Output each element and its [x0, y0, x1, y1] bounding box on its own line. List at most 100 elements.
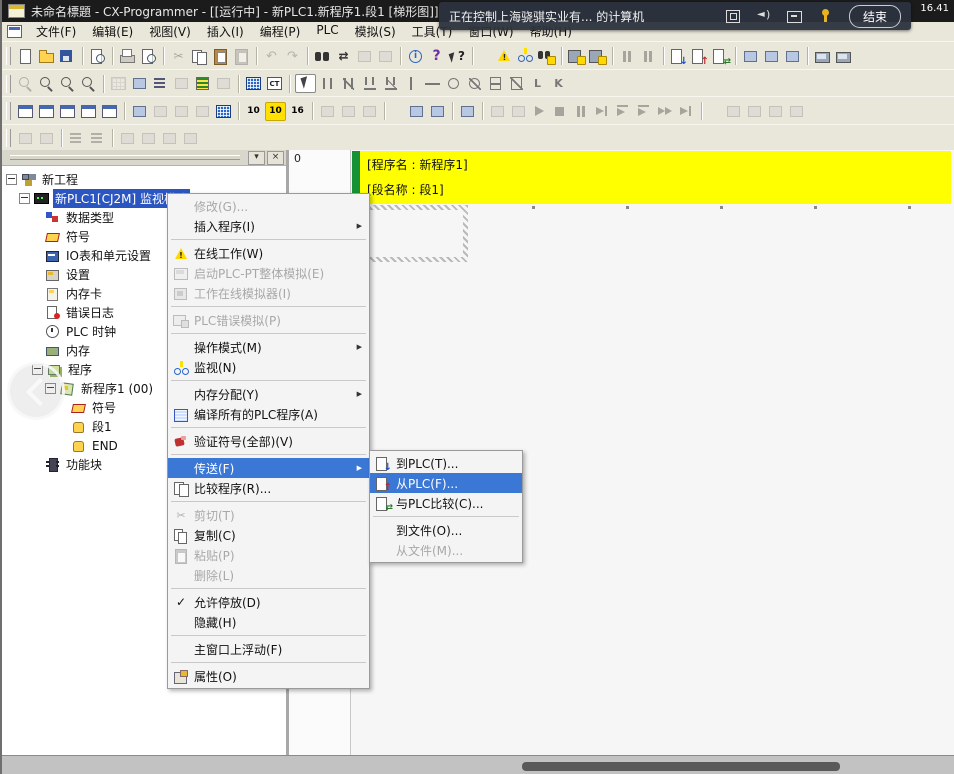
menu-item-monitor[interactable]: 监视(N)▶ — [168, 357, 369, 377]
fullscreen-icon[interactable] — [724, 8, 742, 24]
print-icon[interactable] — [118, 48, 137, 65]
memory-view-icon[interactable] — [813, 48, 832, 65]
compare-with-plc-icon[interactable] — [711, 48, 730, 65]
new-instruction-icon[interactable] — [486, 75, 505, 92]
end-session-button[interactable]: 结束 — [849, 5, 901, 28]
horizontal-scrollbar[interactable] — [2, 755, 954, 774]
zoom-out-icon[interactable] — [79, 75, 98, 92]
replace-icon[interactable] — [334, 48, 353, 65]
online-edit-send-icon[interactable] — [762, 48, 781, 65]
context-help-icon[interactable] — [448, 48, 467, 65]
zoom-custom-icon[interactable] — [37, 75, 56, 92]
menu-item-insert-program[interactable]: 插入程序(I)▶ — [168, 216, 369, 236]
toolbar-grip[interactable] — [6, 75, 11, 93]
menu-item-compare-with-plc[interactable]: 与PLC比较(C)...▶ — [370, 493, 522, 513]
save-project-icon[interactable] — [58, 48, 77, 65]
toolbar-grip[interactable] — [6, 129, 11, 147]
print-preview-icon[interactable] — [139, 48, 158, 65]
toggle-cross-ref-icon[interactable] — [79, 103, 98, 120]
panel-pin-button[interactable]: ▾ — [248, 151, 265, 165]
zoom-in-icon[interactable] — [58, 75, 77, 92]
new-reset-icon[interactable] — [549, 75, 568, 92]
display-signed-decimal-icon[interactable] — [265, 102, 286, 121]
select-mode-icon[interactable] — [295, 74, 316, 93]
menu-item-to-file[interactable]: 到文件(O)...▶ — [370, 520, 522, 540]
find-icon[interactable] — [313, 48, 332, 65]
tree-item-new-project[interactable]: 新工程 — [2, 170, 286, 189]
menu-item-float-in-main-window[interactable]: 主窗口上浮动(F)▶ — [168, 639, 369, 659]
pt-monitor-1-icon[interactable] — [407, 103, 426, 120]
display-decimal-icon[interactable] — [244, 103, 263, 120]
download-to-plc-icon[interactable] — [669, 48, 688, 65]
new-inverted-instruction-icon[interactable] — [507, 75, 526, 92]
session-key-icon[interactable] — [817, 8, 835, 24]
menubar-item-edit[interactable]: 编辑(E) — [84, 21, 141, 42]
menubar-item-file[interactable]: 文件(F) — [28, 21, 84, 42]
ct-view-icon[interactable] — [265, 75, 284, 92]
new-differentiate-icon[interactable] — [528, 75, 547, 92]
menu-item-hide[interactable]: 隐藏(H)▶ — [168, 612, 369, 632]
new-closed-contact-icon[interactable] — [339, 75, 358, 92]
help-topics-icon[interactable] — [427, 48, 446, 65]
monitor-mode-icon[interactable] — [516, 48, 535, 65]
paste-icon[interactable] — [211, 48, 230, 65]
toggle-output-window-icon[interactable] — [37, 103, 56, 120]
upload-from-plc-icon[interactable] — [690, 48, 709, 65]
toggle-watch-window-icon[interactable] — [58, 103, 77, 120]
new-or-contact-icon[interactable] — [360, 75, 379, 92]
tree-expand-toggle[interactable] — [6, 174, 17, 185]
menu-item-work-online[interactable]: 在线工作(W)▶ — [168, 243, 369, 263]
panel-close-button[interactable]: × — [267, 151, 284, 165]
rung-shelf-icon[interactable] — [130, 75, 149, 92]
pause-monitoring-icon[interactable] — [537, 48, 556, 65]
menu-item-copy[interactable]: 复制(C)▶ — [168, 525, 369, 545]
rung-comments-icon[interactable] — [151, 75, 170, 92]
copy-icon[interactable] — [190, 48, 209, 65]
menu-item-transfer[interactable]: 传送(F)▶ — [168, 458, 369, 478]
address-reference-icon[interactable] — [214, 103, 233, 120]
memory-cassette-icon[interactable] — [834, 48, 853, 65]
new-horizontal-line-icon[interactable] — [423, 75, 442, 92]
menu-item-compile-all-plc-programs[interactable]: 编译所有的PLC程序(A)▶ — [168, 404, 369, 424]
work-online-icon[interactable] — [495, 48, 514, 65]
back-gesture-overlay[interactable] — [7, 362, 65, 420]
toolbar-grip[interactable] — [6, 102, 11, 120]
menubar-item-plc[interactable]: PLC — [308, 21, 346, 42]
symbol-table-icon[interactable] — [130, 103, 149, 120]
window-properties-icon[interactable] — [100, 103, 119, 120]
toggle-project-window-icon[interactable] — [16, 103, 35, 120]
menubar-item-insert[interactable]: 插入(I) — [199, 21, 252, 42]
about-icon[interactable] — [406, 48, 425, 65]
display-hex-icon[interactable] — [288, 103, 307, 120]
menu-item-memory-allocation[interactable]: 内存分配(Y)▶ — [168, 384, 369, 404]
program-check-icon[interactable] — [567, 48, 586, 65]
menubar-item-program[interactable]: 编程(P) — [252, 21, 309, 42]
monitor-icon[interactable] — [786, 8, 804, 24]
menu-item-properties[interactable]: 属性(O)▶ — [168, 666, 369, 686]
online-edit-cancel-icon[interactable] — [783, 48, 802, 65]
transfer-options-icon[interactable] — [588, 48, 607, 65]
menu-item-verify-symbols-all[interactable]: 验证符号(全部)(V)▶ — [168, 431, 369, 451]
menu-item-operating-mode[interactable]: 操作模式(M)▶ — [168, 337, 369, 357]
plc-clock-view-icon[interactable] — [458, 103, 477, 120]
ladder-style-icon[interactable] — [193, 75, 212, 92]
new-coil-icon[interactable] — [444, 75, 463, 92]
online-edit-begin-icon[interactable] — [741, 48, 760, 65]
toolbar-grip[interactable] — [6, 47, 11, 65]
new-document-icon[interactable] — [16, 48, 35, 65]
menu-item-to-plc[interactable]: 到PLC(T)...▶ — [370, 453, 522, 473]
pt-monitor-2-icon[interactable] — [428, 103, 447, 120]
menubar-item-simulation[interactable]: 模拟(S) — [347, 21, 404, 42]
tree-expand-toggle[interactable] — [19, 193, 30, 204]
menu-item-from-plc[interactable]: 从PLC(F)...▶ — [370, 473, 522, 493]
compare-documents-icon[interactable] — [88, 48, 107, 65]
new-or-closed-contact-icon[interactable] — [381, 75, 400, 92]
speaker-icon[interactable] — [755, 8, 773, 24]
menubar-item-view[interactable]: 视图(V) — [141, 21, 199, 42]
open-project-icon[interactable] — [37, 48, 56, 65]
new-closed-coil-icon[interactable] — [465, 75, 484, 92]
new-contact-icon[interactable] — [318, 75, 337, 92]
io-comment-view-icon[interactable] — [244, 75, 263, 92]
menu-item-allow-docking[interactable]: 允许停放(D)▶ — [168, 592, 369, 612]
menu-item-compare-program[interactable]: 比较程序(R)...▶ — [168, 478, 369, 498]
